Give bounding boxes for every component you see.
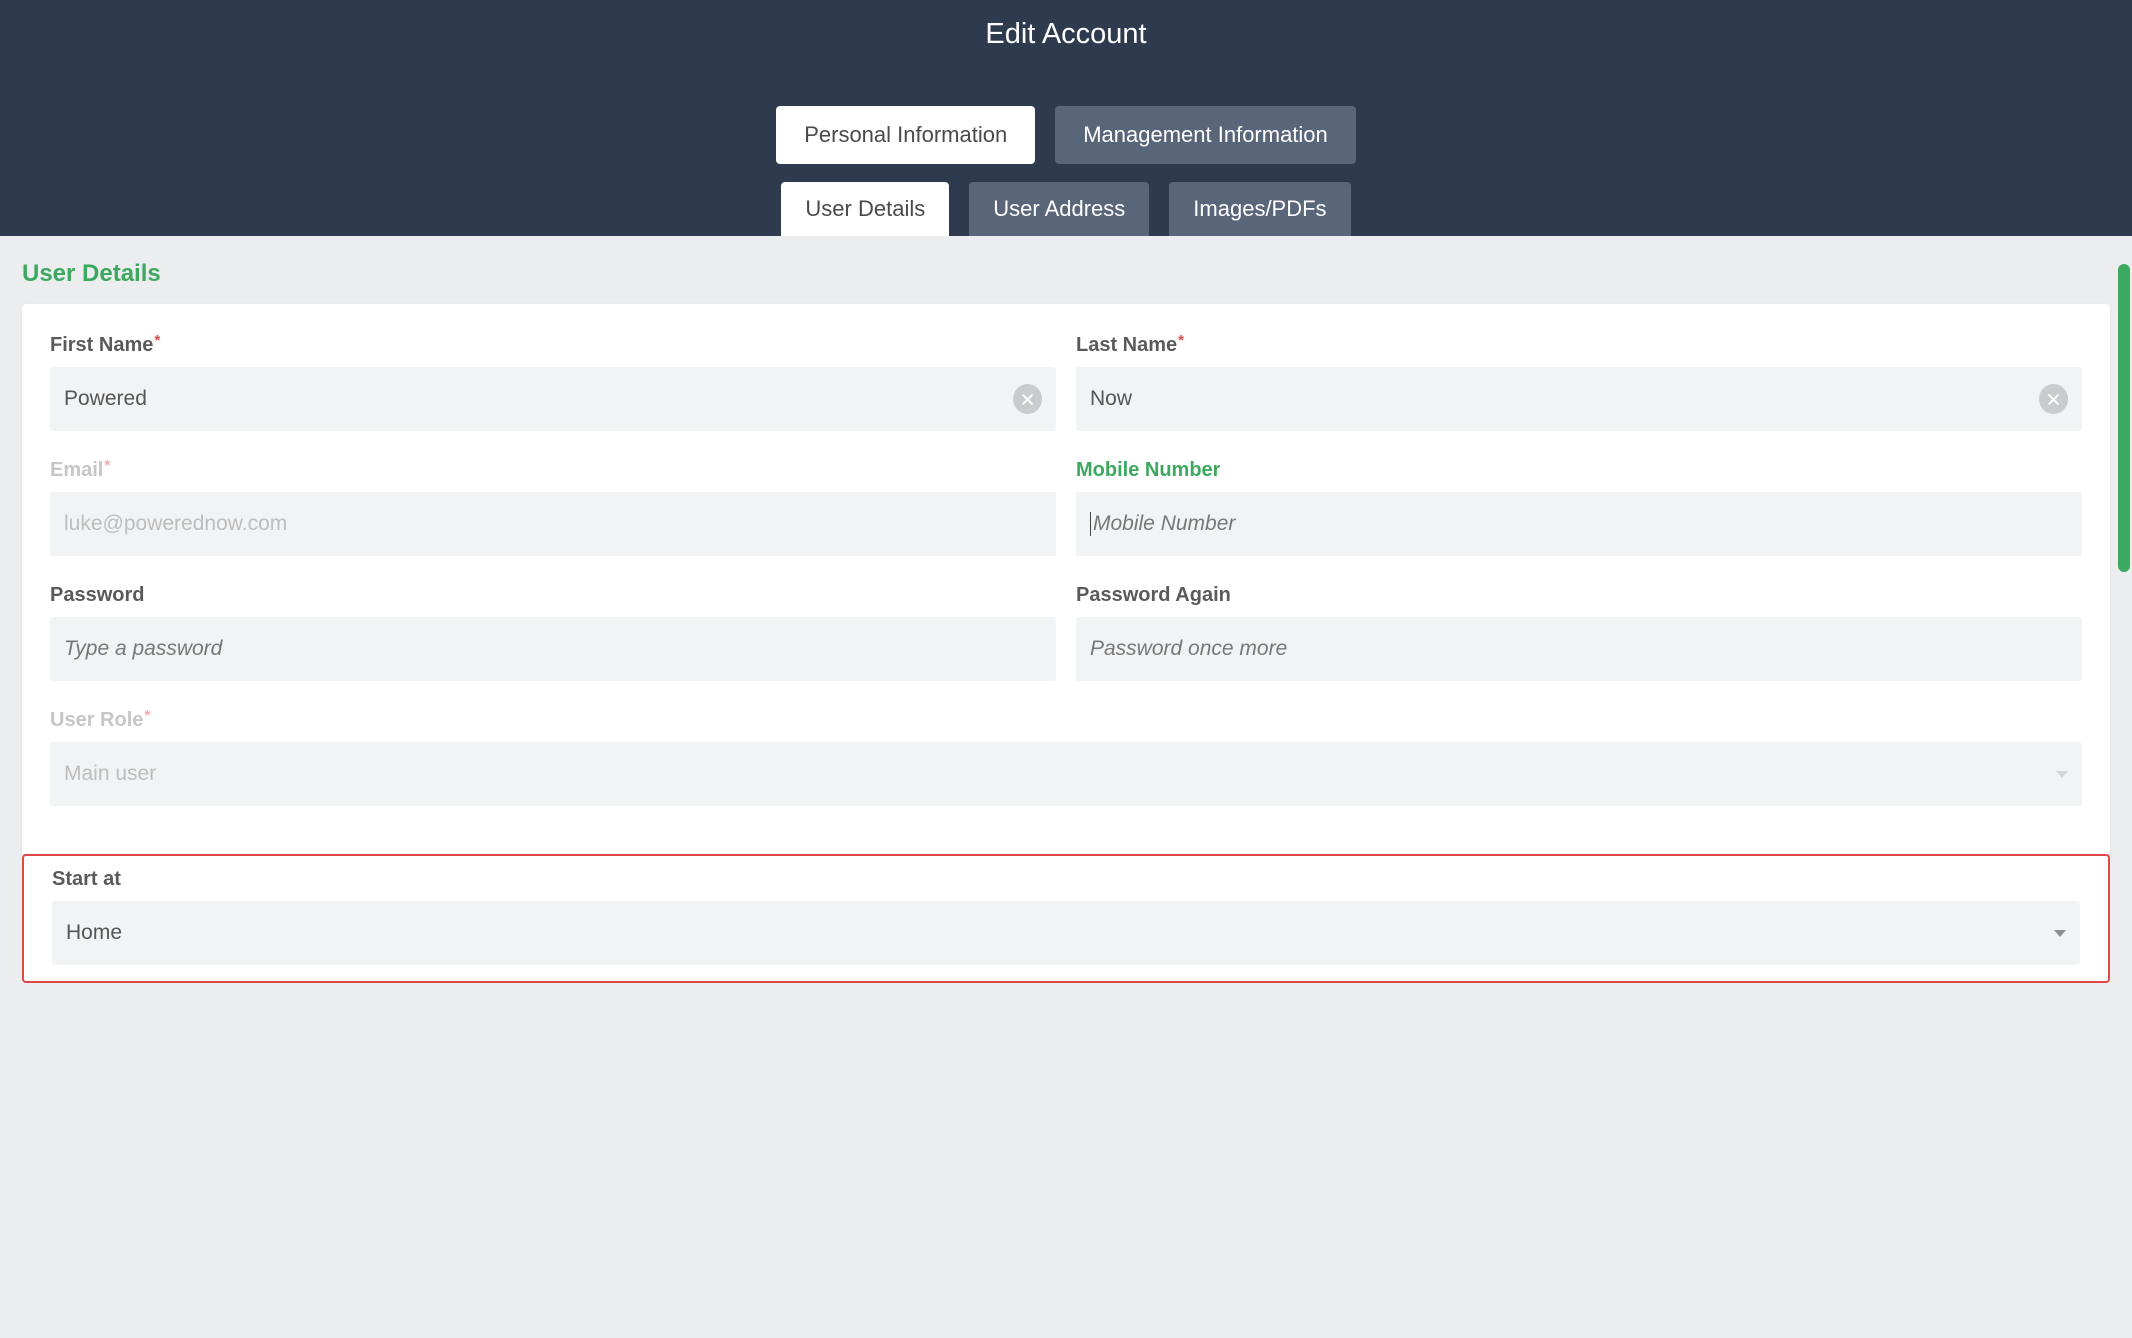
email-label: Email* [50,459,109,482]
tab-personal-information[interactable]: Personal Information [776,106,1035,164]
primary-tabs: Personal Information Management Informat… [0,106,2132,164]
mobile-input[interactable] [1093,512,2068,536]
required-star-icon: * [154,332,160,349]
email-input [64,512,1042,536]
start-at-label: Start at [52,868,121,891]
content-area: User Details First Name* Last Name* [0,260,2132,983]
first-name-input[interactable] [64,387,1013,411]
first-name-group: First Name* [50,334,1056,431]
password-again-group: Password Again [1076,584,2082,681]
secondary-tabs: User Details User Address Images/PDFs [0,182,2132,236]
user-role-select: Main user [50,742,2082,806]
mobile-input-wrap [1076,492,2082,556]
header: Edit Account Personal Information Manage… [0,0,2132,236]
user-role-group: User Role* Main user [50,709,2082,806]
email-group: Email* [50,459,1056,556]
tab-management-information[interactable]: Management Information [1055,106,1356,164]
last-name-group: Last Name* [1076,334,2082,431]
section-title: User Details [22,260,2132,288]
scrollbar[interactable] [2118,264,2130,572]
first-name-clear-button[interactable] [1013,384,1042,414]
subtab-user-details[interactable]: User Details [781,182,949,236]
required-star-icon: * [144,707,150,724]
close-icon [1021,393,1034,406]
last-name-clear-button[interactable] [2039,384,2068,414]
page-title: Edit Account [0,18,2132,51]
close-icon [2047,393,2060,406]
start-at-value: Home [66,921,2054,945]
subtab-user-address[interactable]: User Address [969,182,1149,236]
user-role-value: Main user [64,762,2056,786]
required-star-icon: * [1178,332,1184,349]
chevron-down-icon [2056,771,2068,778]
email-input-wrap [50,492,1056,556]
text-cursor [1090,512,1091,536]
scrollbar-thumb[interactable] [2118,264,2130,572]
mobile-group: Mobile Number [1076,459,2082,556]
password-input[interactable] [64,637,1042,661]
password-group: Password [50,584,1056,681]
last-name-label: Last Name* [1076,334,1183,357]
last-name-input-wrap [1076,367,2082,431]
required-star-icon: * [104,457,110,474]
first-name-input-wrap [50,367,1056,431]
password-again-input[interactable] [1090,637,2068,661]
password-label: Password [50,584,144,607]
chevron-down-icon [2054,930,2066,937]
subtab-images-pdfs[interactable]: Images/PDFs [1169,182,1350,236]
user-details-panel: First Name* Last Name* [22,304,2110,854]
start-at-select[interactable]: Home [52,901,2080,965]
password-again-input-wrap [1076,617,2082,681]
start-at-highlight: Start at Home [22,854,2110,983]
last-name-input[interactable] [1090,387,2039,411]
user-role-label: User Role* [50,709,149,732]
password-input-wrap [50,617,1056,681]
mobile-label: Mobile Number [1076,459,1220,482]
password-again-label: Password Again [1076,584,1231,607]
first-name-label: First Name* [50,334,159,357]
